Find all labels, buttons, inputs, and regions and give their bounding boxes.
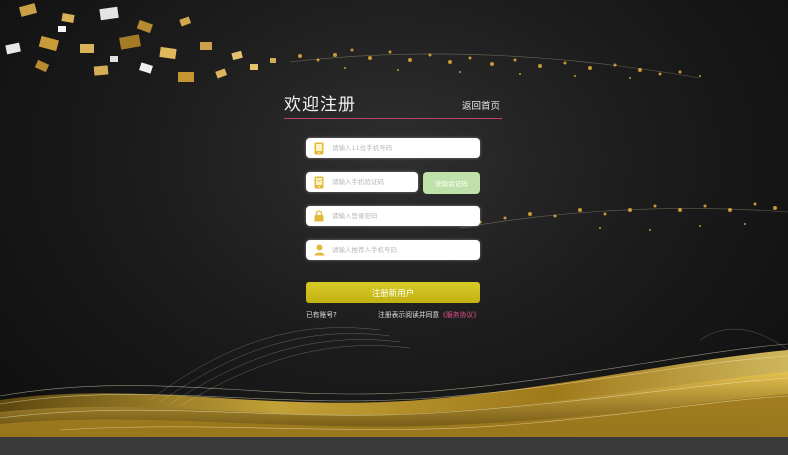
service-agreement-link[interactable]: 《服务协议》 (439, 311, 480, 319)
register-button[interactable]: 注册新用户 (306, 282, 480, 303)
background-decoration (0, 3, 788, 437)
code-input[interactable] (332, 178, 412, 186)
referrer-input[interactable] (332, 246, 452, 254)
get-code-button[interactable]: 获取验证码 (423, 172, 480, 194)
registration-page: 欢迎注册 返回首页 请输入11位手机号码 请输入手机验证码 获取验证码 请输入推… (0, 0, 788, 455)
page-title: 欢迎注册 (284, 95, 356, 115)
agreement-note: 注册表示阅读并同意《服务协议》 (378, 309, 480, 319)
form-header: 欢迎注册 返回首页 (284, 90, 502, 119)
user-icon (313, 243, 325, 257)
registration-form: 欢迎注册 返回首页 请输入11位手机号码 请输入手机验证码 获取验证码 请输入推… (284, 90, 502, 319)
phone-icon (313, 141, 325, 155)
code-field[interactable] (306, 172, 418, 192)
scattered-cubes (5, 3, 276, 82)
agreement-text: 注册表示阅读并同意 (378, 311, 440, 319)
message-phone-icon (313, 175, 325, 189)
phone-field[interactable] (306, 138, 480, 158)
password-field[interactable] (306, 206, 480, 226)
bottom-bar (0, 437, 788, 455)
have-account-link[interactable]: 已有账号? (306, 309, 337, 319)
back-home-link[interactable]: 返回首页 (462, 98, 500, 112)
referrer-field[interactable] (306, 240, 480, 260)
password-input[interactable] (332, 212, 452, 220)
gold-waves (0, 327, 788, 437)
phone-input[interactable] (332, 144, 452, 152)
lock-icon (313, 209, 325, 223)
